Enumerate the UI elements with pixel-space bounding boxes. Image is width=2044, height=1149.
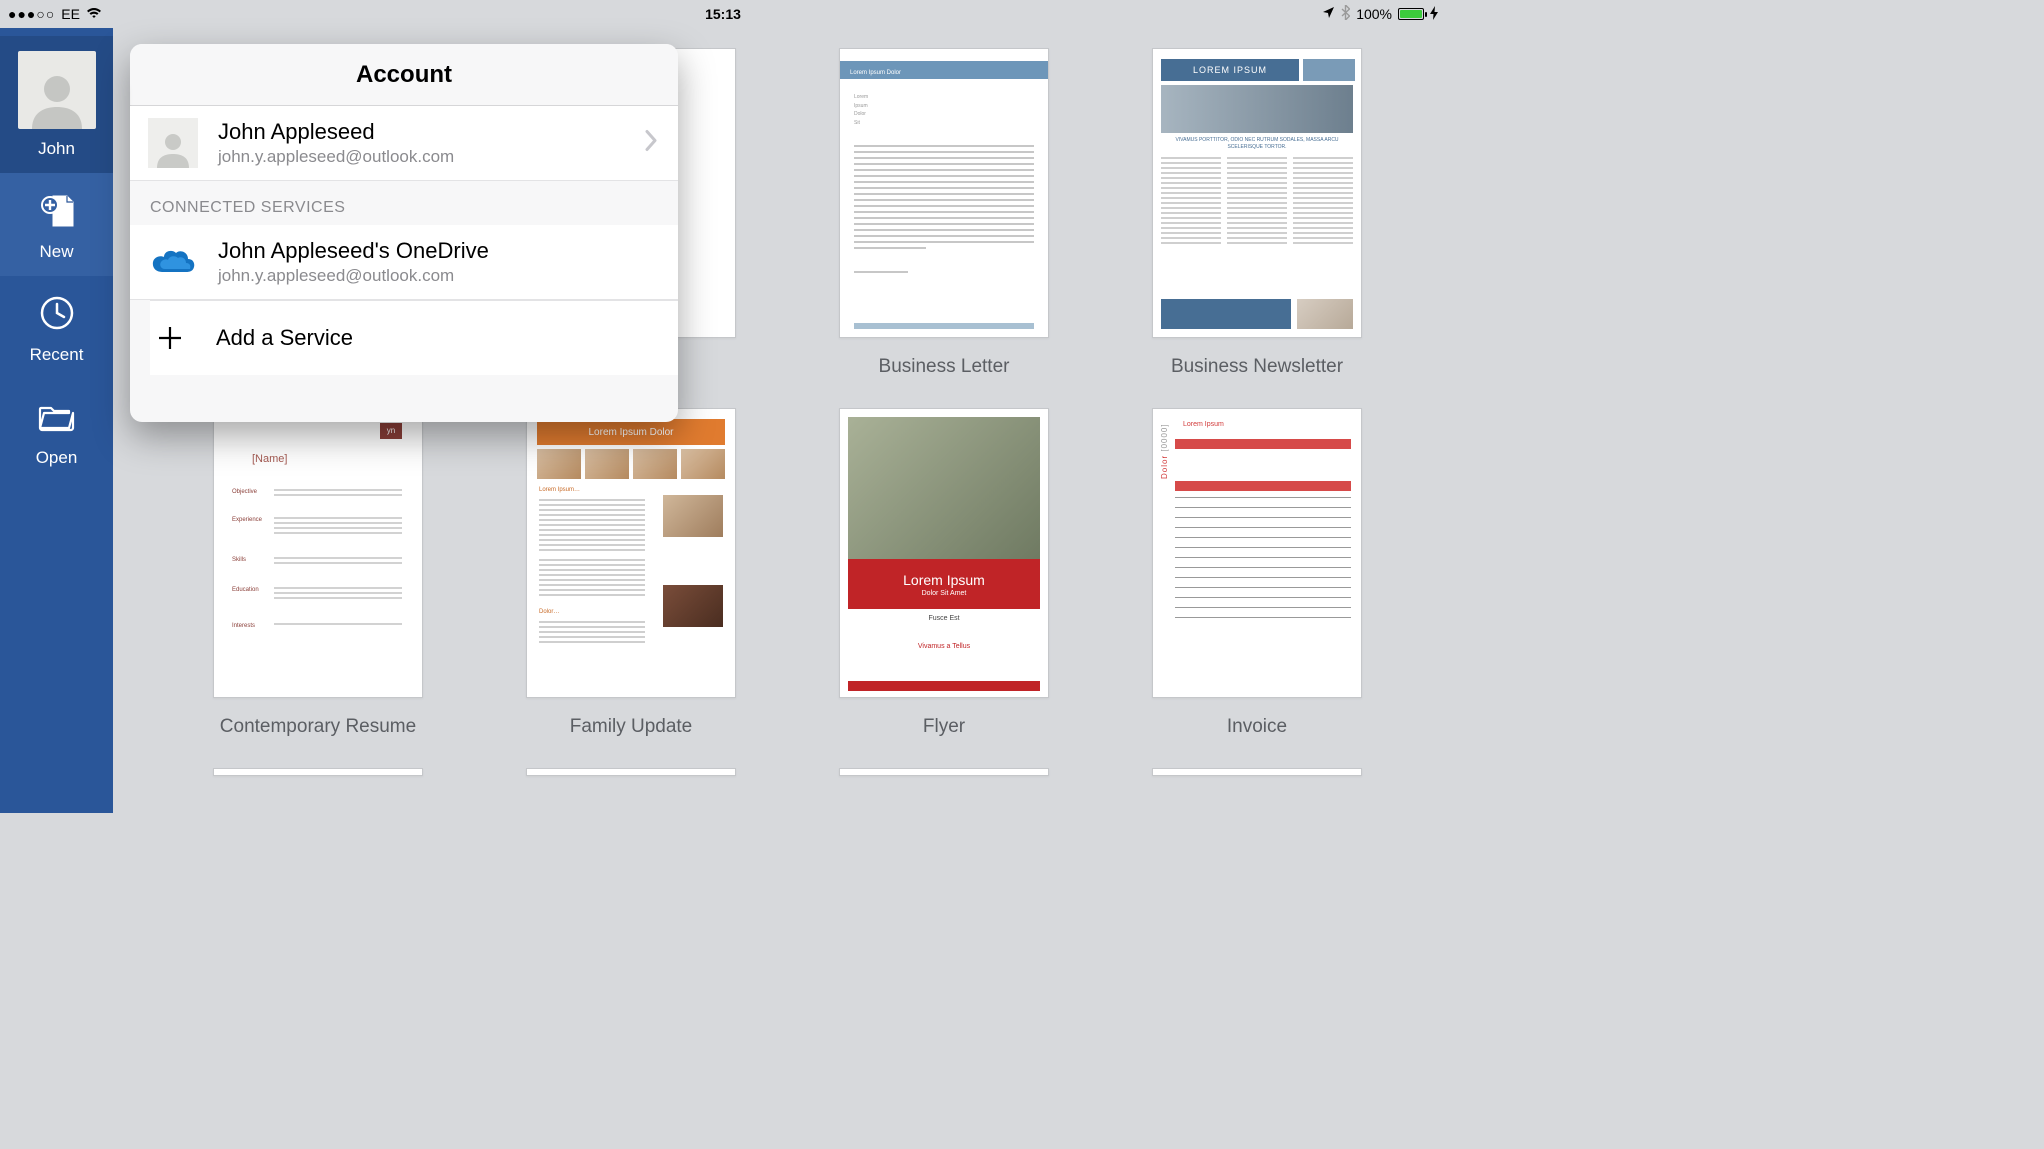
template-card[interactable] xyxy=(526,768,736,776)
location-icon xyxy=(1322,6,1335,22)
template-card[interactable] xyxy=(1152,768,1362,776)
connected-services-header: CONNECTED SERVICES xyxy=(130,181,678,225)
add-service-row[interactable]: Add a Service xyxy=(150,300,678,375)
sidebar-item-new[interactable]: New xyxy=(0,173,113,276)
sidebar-item-open[interactable]: Open xyxy=(0,379,113,482)
template-caption: Family Update xyxy=(570,716,693,738)
sidebar-item-account[interactable]: John xyxy=(0,36,113,173)
template-thumb xyxy=(526,768,736,776)
service-email: john.y.appleseed@outlook.com xyxy=(218,266,489,286)
template-caption: Business Letter xyxy=(879,356,1010,378)
bluetooth-icon xyxy=(1341,5,1350,23)
sidebar-recent-label: Recent xyxy=(30,345,84,365)
onedrive-icon xyxy=(148,237,198,287)
service-name: John Appleseed's OneDrive xyxy=(218,238,489,264)
account-email: john.y.appleseed@outlook.com xyxy=(218,147,454,167)
carrier-label: EE xyxy=(61,6,80,22)
template-thumb: Lorem Ipsum Dolor Lorem Ipsum… Dolor… xyxy=(526,408,736,698)
template-card[interactable] xyxy=(213,768,423,776)
account-popover: Account John Appleseed john.y.appleseed@… xyxy=(130,44,678,422)
template-card[interactable] xyxy=(839,768,1049,776)
template-thumb: LOREM IPSUM VIVAMUS PORTTITOR, ODIO NEC … xyxy=(1152,48,1362,338)
service-row-onedrive[interactable]: John Appleseed's OneDrive john.y.applese… xyxy=(130,225,678,300)
account-name: John Appleseed xyxy=(218,119,454,145)
template-caption: Invoice xyxy=(1227,716,1287,738)
battery-icon xyxy=(1398,8,1424,20)
chevron-right-icon xyxy=(644,130,658,157)
clock-icon xyxy=(35,291,79,335)
avatar xyxy=(18,51,96,129)
account-row[interactable]: John Appleseed john.y.appleseed@outlook.… xyxy=(130,106,678,181)
template-card-family-update[interactable]: Lorem Ipsum Dolor Lorem Ipsum… Dolor… Fa… xyxy=(526,408,736,738)
sidebar: John New Recent Open xyxy=(0,28,113,813)
template-card-flyer[interactable]: Lorem IpsumDolor Sit Amet Fusce Est Viva… xyxy=(839,408,1049,738)
ios-statusbar: ●●●○○ EE 15:13 100% xyxy=(0,0,1446,28)
new-document-icon xyxy=(35,188,79,232)
template-caption: Business Newsletter xyxy=(1171,356,1343,378)
avatar-icon xyxy=(148,118,198,168)
popover-title: Account xyxy=(356,61,452,89)
template-caption: Flyer xyxy=(923,716,965,738)
template-caption: Contemporary Resume xyxy=(220,716,416,738)
signal-dots: ●●●○○ xyxy=(8,6,55,22)
template-thumb: Lorem Ipsum Dolor LoremIpsumDolorSit xyxy=(839,48,1049,338)
template-card-business-newsletter[interactable]: LOREM IPSUM VIVAMUS PORTTITOR, ODIO NEC … xyxy=(1152,48,1362,378)
template-thumb xyxy=(1152,768,1362,776)
charging-icon xyxy=(1430,6,1438,23)
template-thumb: Dolor [0000] Lorem Ipsum xyxy=(1152,408,1362,698)
template-card-contemporary-resume[interactable]: yn [Name] Objective Experience Skills Ed… xyxy=(213,408,423,738)
add-service-label: Add a Service xyxy=(216,325,353,351)
popover-header: Account xyxy=(130,44,678,106)
template-thumb: Lorem IpsumDolor Sit Amet Fusce Est Viva… xyxy=(839,408,1049,698)
template-card-business-letter[interactable]: Lorem Ipsum Dolor LoremIpsumDolorSit Bus… xyxy=(839,48,1049,378)
sidebar-new-label: New xyxy=(39,242,73,262)
battery-pct: 100% xyxy=(1356,6,1392,22)
plus-icon xyxy=(150,313,190,363)
sidebar-user-label: John xyxy=(38,139,75,159)
clock: 15:13 xyxy=(705,6,741,22)
template-thumb xyxy=(213,768,423,776)
template-card-invoice[interactable]: Dolor [0000] Lorem Ipsum Invoice xyxy=(1152,408,1362,738)
folder-open-icon xyxy=(35,394,79,438)
template-thumb: yn [Name] Objective Experience Skills Ed… xyxy=(213,408,423,698)
template-thumb xyxy=(839,768,1049,776)
sidebar-open-label: Open xyxy=(36,448,78,468)
wifi-icon xyxy=(86,6,102,22)
sidebar-item-recent[interactable]: Recent xyxy=(0,276,113,379)
